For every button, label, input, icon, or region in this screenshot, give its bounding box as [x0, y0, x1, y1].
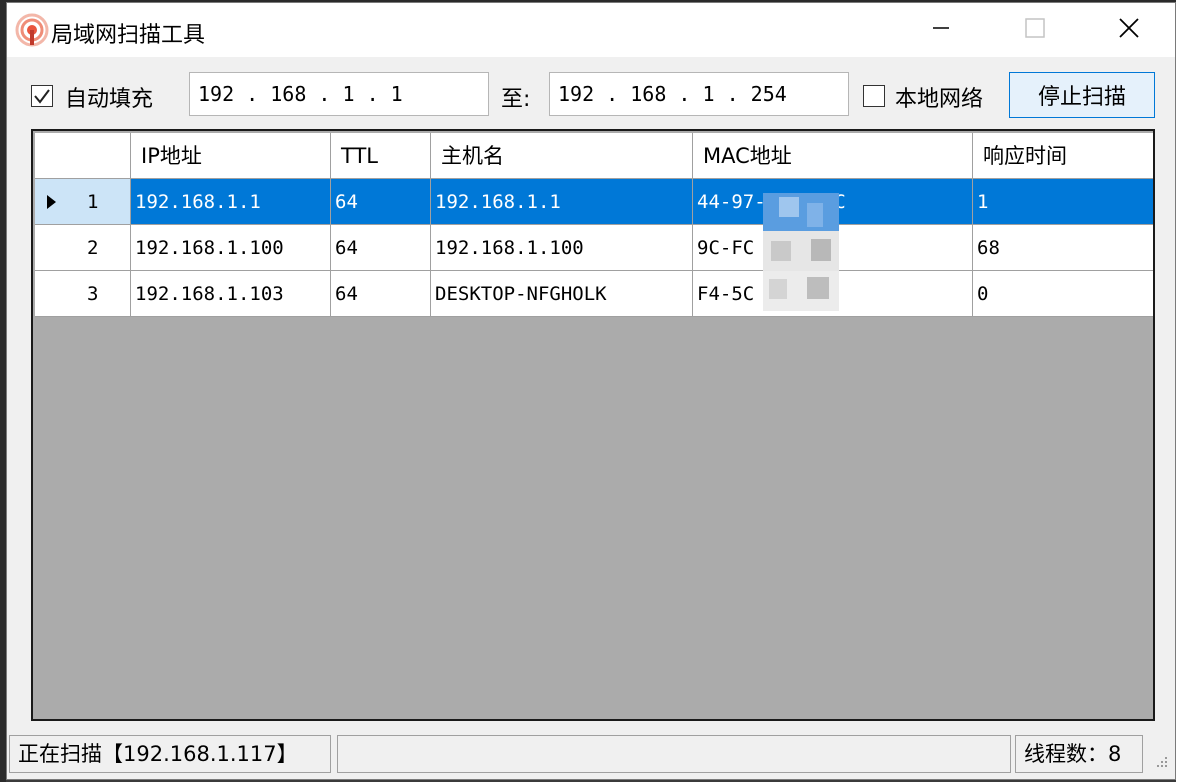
row-number: 2	[87, 237, 99, 259]
corner-header[interactable]	[35, 133, 131, 179]
column-header-response-time[interactable]: 响应时间	[973, 133, 1153, 179]
status-bar: 正在扫描【192.168.1.117】 线程数：8	[7, 731, 1175, 779]
cell-ttl[interactable]: 64	[331, 271, 431, 317]
title-bar: 局域网扫描工具	[7, 3, 1175, 57]
end-ip-input[interactable]: 192 . 168 . 1 . 254	[549, 72, 849, 116]
maximize-button[interactable]	[1013, 11, 1057, 49]
cell-hostname[interactable]: DESKTOP-NFGHOLK	[431, 271, 693, 317]
thread-count-text: 线程数：8	[1015, 735, 1143, 773]
table-row[interactable]: 3 192.168.1.103 64 DESKTOP-NFGHOLK F4-5C…	[35, 271, 1153, 317]
results-grid[interactable]: IP地址 TTL 主机名 MAC地址 响应时间 1 192.168.1.1 64…	[31, 129, 1155, 721]
row-header[interactable]: 3	[35, 271, 131, 317]
cell-hostname[interactable]: 192.168.1.1	[431, 179, 693, 225]
auto-fill-checkbox[interactable]	[31, 85, 53, 107]
local-network-checkbox[interactable]	[863, 85, 885, 107]
resize-grip-icon[interactable]	[1153, 753, 1169, 769]
grid-header: IP地址 TTL 主机名 MAC地址 响应时间	[35, 133, 1153, 179]
cell-ip[interactable]: 192.168.1.1	[131, 179, 331, 225]
auto-fill-label[interactable]: 自动填充	[65, 81, 153, 113]
cell-ttl[interactable]: 64	[331, 225, 431, 271]
row-header[interactable]: 1	[35, 179, 131, 225]
cell-ttl[interactable]: 64	[331, 179, 431, 225]
minimize-icon	[931, 18, 951, 42]
start-ip-input[interactable]: 192 . 168 . 1 . 1	[189, 72, 489, 116]
current-row-arrow-icon	[47, 195, 56, 209]
column-header-mac[interactable]: MAC地址	[693, 133, 973, 179]
cell-response-time[interactable]: 1	[973, 179, 1153, 225]
row-number: 1	[87, 191, 99, 213]
local-network-label[interactable]: 本地网络	[895, 81, 983, 113]
window-title: 局域网扫描工具	[51, 23, 206, 48]
minimize-button[interactable]	[919, 11, 963, 49]
column-header-hostname[interactable]: 主机名	[431, 133, 693, 179]
cell-response-time[interactable]: 0	[973, 271, 1153, 317]
toolbar: 自动填充 192 . 168 . 1 . 1 至: 192 . 168 . 1 …	[7, 57, 1175, 127]
scan-status-text: 正在扫描【192.168.1.117】	[9, 735, 331, 773]
column-header-ip[interactable]: IP地址	[131, 133, 331, 179]
stop-scan-button[interactable]: 停止扫描	[1009, 72, 1155, 118]
to-label: 至:	[501, 87, 531, 112]
row-number: 3	[87, 283, 99, 305]
checkmark-icon	[34, 89, 50, 104]
close-button[interactable]	[1107, 11, 1151, 49]
status-progress-pane	[337, 735, 1011, 773]
wifi-antenna-icon	[15, 13, 49, 47]
column-header-ttl[interactable]: TTL	[331, 133, 431, 179]
privacy-mosaic	[763, 193, 839, 311]
background-window-right	[1176, 0, 1184, 782]
table-row[interactable]: 1 192.168.1.1 64 192.168.1.1 44-97- -A7-…	[35, 179, 1153, 225]
close-icon	[1118, 17, 1140, 43]
cell-response-time[interactable]: 68	[973, 225, 1153, 271]
table-row[interactable]: 2 192.168.1.100 64 192.168.1.100 9C-FC 9…	[35, 225, 1153, 271]
maximize-icon	[1024, 17, 1046, 43]
cell-ip[interactable]: 192.168.1.100	[131, 225, 331, 271]
scanner-window: 局域网扫描工具 自动填充 192 . 168 . 1 . 1 至: 192 . …	[6, 2, 1176, 780]
cell-hostname[interactable]: 192.168.1.100	[431, 225, 693, 271]
row-header[interactable]: 2	[35, 225, 131, 271]
cell-ip[interactable]: 192.168.1.103	[131, 271, 331, 317]
